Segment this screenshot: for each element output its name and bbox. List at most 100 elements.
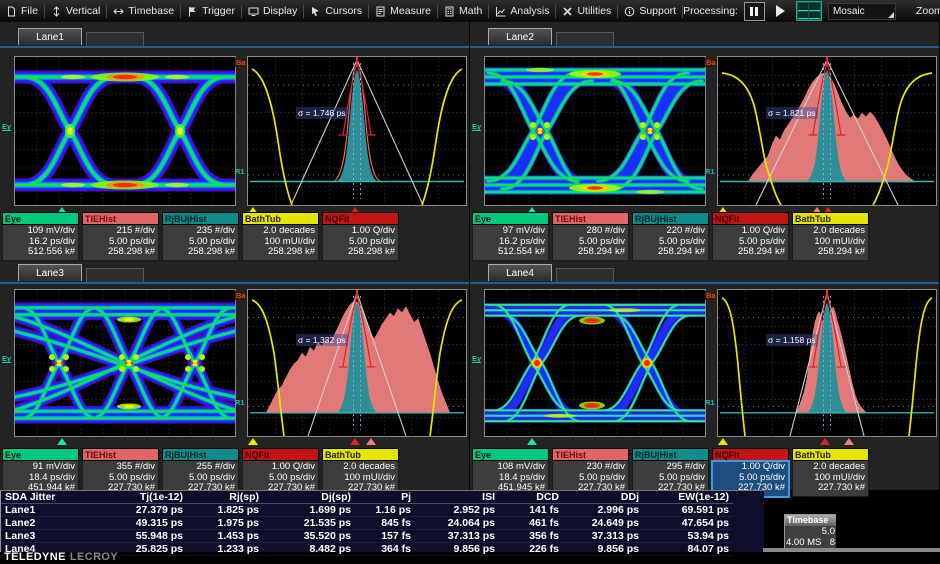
timebase-scale: 5.0 xyxy=(785,526,836,537)
descriptor-rjbujhist[interactable]: RjBUjHist 235 #/div5.00 ps/div258.298 k# xyxy=(162,212,239,261)
nqfit-marker xyxy=(820,438,830,445)
menu-vertical-label: Vertical xyxy=(66,5,100,17)
menu-cursors[interactable]: Cursors xyxy=(304,0,368,22)
descriptor-eye[interactable]: Eye 109 mV/div16.2 ps/div512.556 k# xyxy=(2,212,79,261)
descriptor-nqfit[interactable]: NQFit 1.00 Q/div5.00 ps/div258.298 k# xyxy=(322,212,399,261)
histogram-svg xyxy=(718,57,936,205)
logo-lecroy: LECROY xyxy=(70,551,118,563)
menu-timebase[interactable]: Timebase xyxy=(107,0,180,22)
lane2-panel: Lane2 Ey Ba R1 σ = 1.821 ps Eye 97 mV/di… xyxy=(470,22,940,262)
eye-trace-label[interactable]: Ey xyxy=(2,354,11,363)
menu-utilities-label: Utilities xyxy=(577,5,611,17)
menu-trigger-label: Trigger xyxy=(202,5,235,17)
histogram-svg xyxy=(248,57,466,205)
pause-icon xyxy=(750,7,753,16)
lane4-eye-diagram[interactable]: Ey xyxy=(484,289,706,437)
lane4-histogram[interactable]: Ba R1 σ = 1.158 ps xyxy=(717,289,937,437)
lane1-tabstrip: Lane1 xyxy=(0,28,469,46)
bathtub-trace-label[interactable]: Ba xyxy=(235,58,247,67)
menu-display[interactable]: Display xyxy=(242,0,303,22)
timebase-title: Timebase xyxy=(785,515,836,526)
r1-trace-label[interactable]: R1 xyxy=(705,167,715,176)
analysis-icon xyxy=(495,6,506,17)
eye-trace-label[interactable]: Ey xyxy=(2,122,11,131)
descriptor-bathtub[interactable]: BathTub 2.0 decades100 mUI/div258.294 k# xyxy=(792,212,869,261)
processing-label: Processing: xyxy=(683,5,738,17)
descriptor-rjbujhist[interactable]: RjBUjHist 220 #/div5.00 ps/div258.294 k# xyxy=(632,212,709,261)
bottom-divider-bar xyxy=(763,548,940,552)
mosaic-dropdown[interactable]: Mosaic xyxy=(828,3,896,20)
menu-file[interactable]: File xyxy=(0,0,44,22)
menu-measure[interactable]: Measure xyxy=(369,0,437,22)
menu-trigger[interactable]: Trigger xyxy=(181,0,241,22)
menu-analysis[interactable]: Analysis xyxy=(489,0,555,22)
lane2-histogram[interactable]: Ba R1 σ = 1.821 ps xyxy=(717,56,937,206)
timebase-rate: 8 xyxy=(830,537,835,548)
tab-stub[interactable] xyxy=(86,32,144,46)
menu-cursors-label: Cursors xyxy=(325,5,362,17)
lane3-panel: Lane3 Ey Ba R1 σ = 1.332 ps Eye 91 mV/di… xyxy=(0,262,470,490)
tab-lane4[interactable]: Lane4 xyxy=(488,264,552,281)
measure-icon xyxy=(375,6,386,17)
lane2-eye-diagram[interactable]: Ey xyxy=(484,56,706,206)
lane4-panel: Lane4 Ey Ba R1 σ = 1.158 ps Eye 108 mV/d… xyxy=(470,262,940,490)
eye-trace-label[interactable]: Ey xyxy=(472,354,481,363)
timebase-samples: 4.00 MS xyxy=(786,537,821,548)
timebase-descriptor[interactable]: Timebase 5.0 4.00 MS 8 xyxy=(784,514,836,549)
trigger-position-marker xyxy=(57,438,67,445)
descriptor-tiehist[interactable]: TIEHist 280 #/div5.00 ps/div258.294 k# xyxy=(552,212,629,261)
table-header-row: SDA JitterTj(1e-12) Rj(sp)Dj(sp) PjISI D… xyxy=(1,491,733,504)
descriptor-tiehist[interactable]: TIEHist 215 #/div5.00 ps/div258.298 k# xyxy=(82,212,159,261)
lane2-descriptors: Eye 97 mV/div16.2 ps/div512.554 k# TIEHi… xyxy=(472,212,869,261)
menu-support[interactable]: Support xyxy=(618,0,682,22)
descriptor-eye[interactable]: Eye 97 mV/div16.2 ps/div512.554 k# xyxy=(472,212,549,261)
trigger-position-marker xyxy=(527,438,537,445)
vertical-icon xyxy=(51,6,62,17)
menu-analysis-label: Analysis xyxy=(510,5,549,17)
oscilloscope-screen: File Vertical Timebase Trigger Display C… xyxy=(0,0,940,564)
r1-trace-label[interactable]: R1 xyxy=(705,398,715,407)
nqfit-marker xyxy=(350,438,360,445)
pause-button[interactable] xyxy=(744,2,765,21)
menu-utilities[interactable]: Utilities xyxy=(556,0,617,22)
lane1-histogram[interactable]: Ba R1 σ = 1.746 ps xyxy=(247,56,467,206)
bathtub-trace-label[interactable]: Ba xyxy=(705,58,717,67)
tab-stub[interactable] xyxy=(86,268,144,282)
r1-trace-label[interactable]: R1 xyxy=(235,398,245,407)
mosaic-grid-icon[interactable] xyxy=(796,1,822,21)
menu-display-label: Display xyxy=(263,5,297,17)
menu-math-label: Math xyxy=(459,5,482,17)
lane3-histogram[interactable]: Ba R1 σ = 1.332 ps xyxy=(247,289,467,437)
panel-divider xyxy=(470,46,939,48)
table-row: Lane355.948 ps1.453 ps35.520 ps157 fs37.… xyxy=(1,530,733,543)
eye-trace-label[interactable]: Ey xyxy=(472,122,481,131)
lane3-eye-diagram[interactable]: Ey xyxy=(14,289,236,437)
descriptor-bathtub[interactable]: BathTub 2.0 decades100 mUI/div258.298 k# xyxy=(242,212,319,261)
table-row: Lane127.379 ps1.825 ps1.699 ps1.16 ps2.9… xyxy=(1,504,733,517)
lane1-eye-diagram[interactable]: Ey xyxy=(14,56,236,206)
tab-lane1[interactable]: Lane1 xyxy=(18,28,82,45)
tab-stub[interactable] xyxy=(556,268,614,282)
trigger-icon xyxy=(187,6,198,17)
histogram-svg xyxy=(248,290,466,436)
menu-vertical[interactable]: Vertical xyxy=(45,0,106,22)
tab-stub[interactable] xyxy=(556,32,614,46)
table-row: Lane249.315 ps1.975 ps21.535 ps845 fs24.… xyxy=(1,517,733,530)
tab-lane2[interactable]: Lane2 xyxy=(488,28,552,45)
r1-trace-label[interactable]: R1 xyxy=(235,167,245,176)
bathtub-trace-label[interactable]: Ba xyxy=(705,291,717,300)
descriptor-bathtub[interactable]: BathTub 2.0 decades100 mUI/div227.730 k# xyxy=(792,448,869,497)
lane3-tabstrip: Lane3 xyxy=(0,264,469,282)
bathtub-trace-label[interactable]: Ba xyxy=(235,291,247,300)
descriptor-nqfit[interactable]: NQFit 1.00 Q/div5.00 ps/div258.294 k# xyxy=(712,212,789,261)
menu-bar: File Vertical Timebase Trigger Display C… xyxy=(0,0,940,23)
menu-math[interactable]: Math xyxy=(438,0,488,22)
bathtub-marker xyxy=(248,438,258,445)
tab-lane3[interactable]: Lane3 xyxy=(18,264,82,281)
zoom-label[interactable]: Zoom xyxy=(916,5,940,17)
histogram-svg xyxy=(718,290,936,436)
menu-timebase-label: Timebase xyxy=(128,5,174,17)
utilities-icon xyxy=(562,6,573,17)
math-icon xyxy=(444,6,455,17)
play-button[interactable] xyxy=(771,3,790,20)
